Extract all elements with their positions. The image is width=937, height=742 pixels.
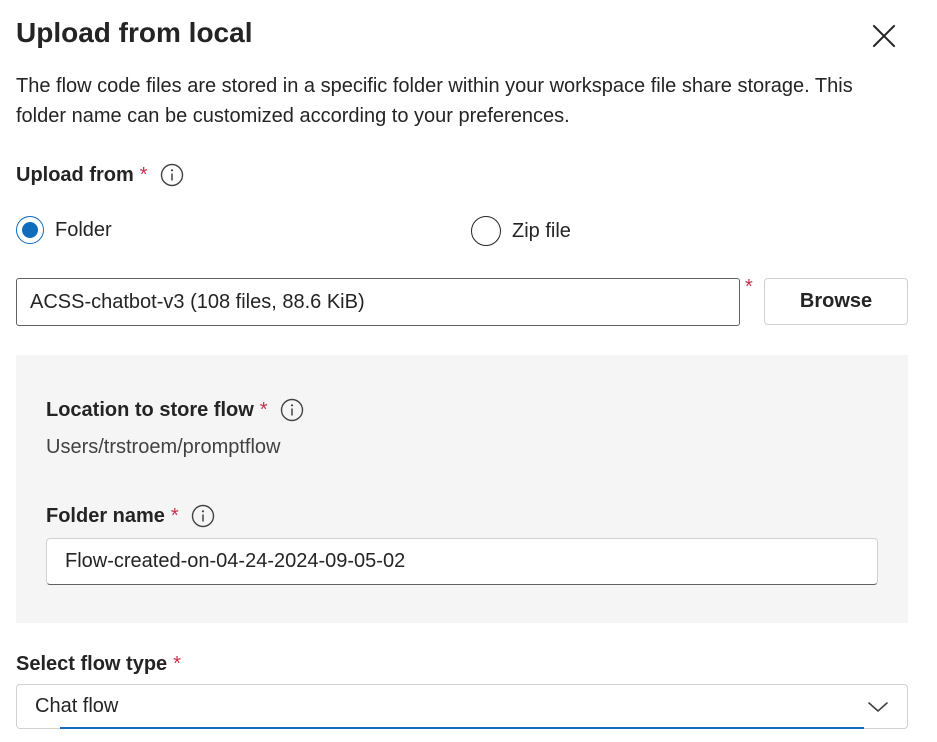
flow-type-dropdown[interactable]: Chat flow xyxy=(16,684,908,729)
required-mark: * xyxy=(139,164,148,186)
radio-zip-file-indicator[interactable] xyxy=(471,216,501,246)
radio-selected-dot xyxy=(22,222,38,238)
info-icon[interactable] xyxy=(160,163,184,187)
radio-zip-file-label: Zip file xyxy=(512,219,571,242)
radio-folder-label: Folder xyxy=(55,218,112,241)
dialog-title: Upload from local xyxy=(16,17,253,48)
radio-folder-indicator[interactable] xyxy=(16,216,44,244)
dropdown-focus-underline xyxy=(60,727,864,729)
close-button[interactable] xyxy=(866,18,902,54)
info-icon[interactable] xyxy=(280,398,304,422)
location-label: Location to store flow xyxy=(46,399,254,421)
browse-button[interactable]: Browse xyxy=(764,278,908,325)
required-mark: * xyxy=(170,505,179,527)
location-label-row: Location to store flow * xyxy=(46,396,304,424)
folder-name-input[interactable]: Flow-created-on-04-24-2024-09-05-02 xyxy=(46,538,878,585)
upload-dialog: Upload from local The flow code files ar… xyxy=(0,0,937,742)
radio-folder[interactable]: Folder xyxy=(16,216,112,244)
upload-path-field[interactable]: ACSS-chatbot-v3 (108 files, 88.6 KiB) xyxy=(16,278,740,326)
flow-type-label-row: Select flow type * xyxy=(16,650,181,678)
required-mark: * xyxy=(259,399,268,421)
upload-from-label: Upload from xyxy=(16,164,134,186)
required-mark: * xyxy=(173,653,181,675)
flow-type-selected: Chat flow xyxy=(35,695,119,717)
folder-name-label: Folder name xyxy=(46,505,165,527)
flow-type-label: Select flow type xyxy=(16,653,168,675)
location-value: Users/trstroem/promptflow xyxy=(46,436,281,458)
upload-from-label-row: Upload from * xyxy=(16,161,184,189)
chevron-down-icon xyxy=(868,701,888,712)
radio-zip-file[interactable]: Zip file xyxy=(471,216,571,246)
info-icon[interactable] xyxy=(191,504,215,528)
close-icon xyxy=(873,25,895,47)
dialog-description: The flow code files are stored in a spec… xyxy=(16,75,853,127)
required-mark: * xyxy=(745,276,753,298)
folder-name-label-row: Folder name * xyxy=(46,502,215,530)
